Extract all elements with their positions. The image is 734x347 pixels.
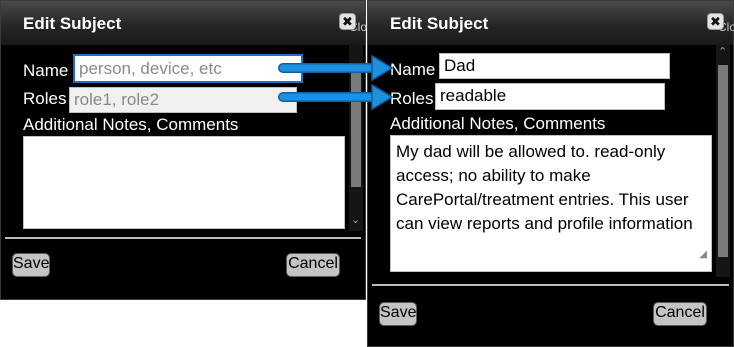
callout-arrows bbox=[278, 54, 394, 111]
arrow-right-icon bbox=[278, 83, 394, 111]
arrow-right-icon bbox=[278, 54, 394, 82]
